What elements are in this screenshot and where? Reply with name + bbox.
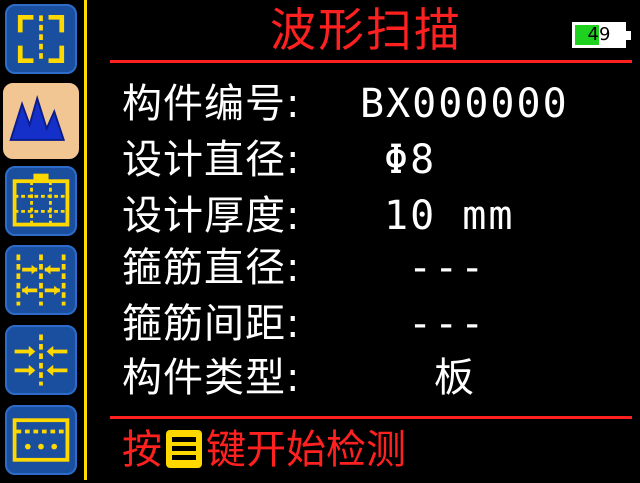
mode-sidebar: [0, 0, 90, 480]
spacing-arrows-icon: [16, 254, 66, 306]
battery-percent: 49: [587, 24, 611, 45]
battery-indicator: 49: [572, 22, 631, 48]
footer-divider: [110, 416, 632, 419]
start-hint-suffix: 键开始检测: [206, 427, 406, 473]
param-row-stirrup-diameter[interactable]: 箍筋直径: ---: [122, 240, 622, 296]
param-row-stirrup-spacing[interactable]: 箍筋间距: ---: [122, 296, 622, 352]
param-value: 10 mm: [384, 193, 515, 239]
start-hint-prefix: 按: [122, 427, 162, 473]
param-label: 设计厚度:: [122, 193, 301, 239]
frame-scan-icon: [17, 14, 65, 64]
page-title: 波形扫描: [270, 3, 462, 57]
param-row-member-type[interactable]: 构件类型: 板: [122, 350, 622, 406]
converge-arrows-icon: [14, 334, 68, 386]
param-label: 构件编号:: [122, 81, 301, 127]
mode-cover-scan[interactable]: [5, 405, 77, 475]
grid-scan-icon: [12, 173, 70, 227]
param-label: 设计直径:: [122, 137, 301, 183]
mode-spacing-scan[interactable]: [5, 245, 77, 315]
param-value: BX000000: [360, 81, 569, 127]
param-value: ---: [408, 301, 487, 347]
mode-converge-scan[interactable]: [5, 325, 77, 395]
param-row-member-id[interactable]: 构件编号: BX000000: [122, 76, 622, 132]
header-divider: [110, 60, 632, 63]
param-label: 箍筋直径:: [122, 245, 301, 291]
param-label: 箍筋间距:: [122, 301, 301, 347]
param-value: ---: [408, 245, 487, 291]
menu-key-icon: [164, 428, 204, 470]
start-hint: 按 键开始检测: [122, 424, 406, 476]
param-row-design-thickness[interactable]: 设计厚度: 10 mm: [122, 188, 622, 244]
param-value: Φ8: [384, 137, 437, 183]
param-value: 板: [434, 355, 476, 401]
param-label: 构件类型:: [122, 355, 301, 401]
cover-layer-icon: [12, 418, 70, 462]
mode-frame-scan[interactable]: [5, 4, 77, 74]
mode-grid-scan[interactable]: [5, 166, 77, 236]
mode-waveform-scan[interactable]: [3, 83, 79, 159]
param-row-design-diameter[interactable]: 设计直径: Φ8: [122, 132, 622, 188]
sidebar-divider: [84, 0, 87, 480]
battery-tip: [626, 31, 631, 40]
waveform-peaks-icon: [9, 94, 66, 141]
